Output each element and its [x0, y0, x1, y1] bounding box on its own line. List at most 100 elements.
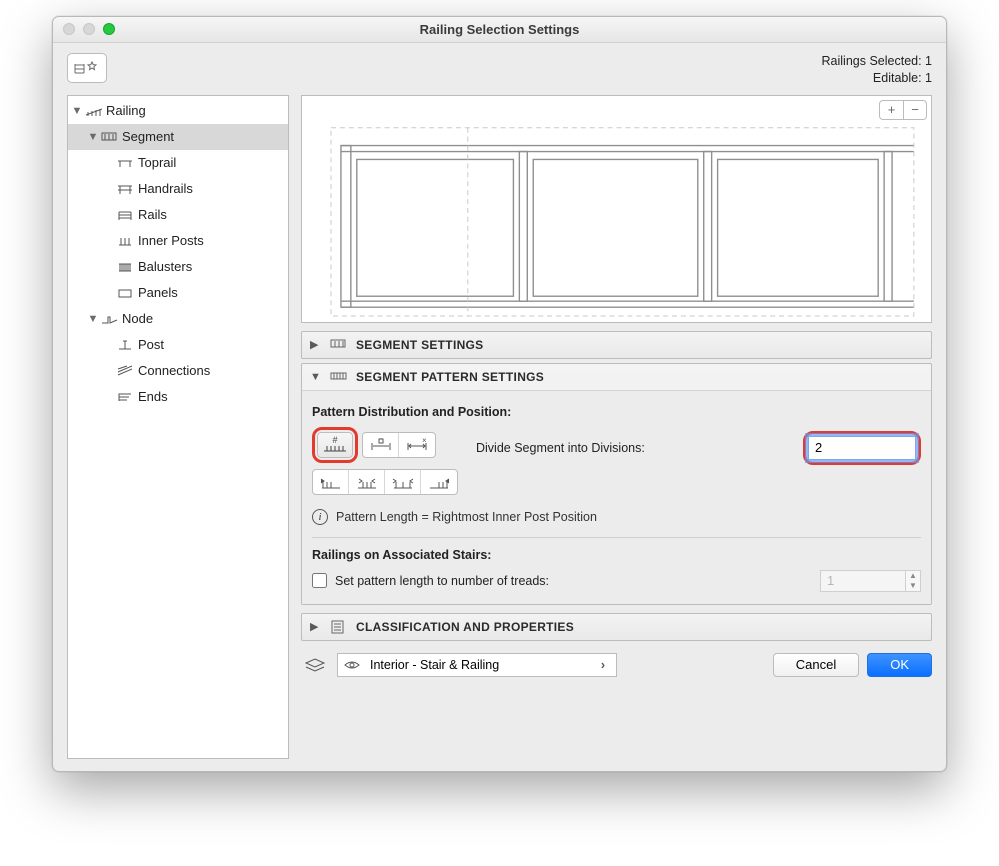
- align-end-button[interactable]: [421, 470, 457, 495]
- pattern-distribution-heading: Pattern Distribution and Position:: [312, 405, 921, 419]
- tree-item-handrails[interactable]: Handrails: [68, 176, 288, 202]
- railing-icon: [84, 103, 104, 119]
- section-segment-settings: ▶ SEGMENT SETTINGS: [301, 331, 932, 359]
- railings-selected-label: Railings Selected: 1: [822, 53, 932, 70]
- divisions-input[interactable]: [808, 436, 916, 460]
- tree-item-connections[interactable]: Connections: [68, 358, 288, 384]
- section-title: CLASSIFICATION AND PROPERTIES: [356, 620, 574, 634]
- chevron-right-icon: ›: [596, 658, 610, 672]
- titlebar: Railing Selection Settings: [53, 17, 946, 43]
- settings-dialog: Railing Selection Settings Railings Sele…: [52, 16, 947, 772]
- pattern-length-info: Pattern Length = Rightmost Inner Post Po…: [336, 510, 597, 524]
- divide-segment-label: Divide Segment into Divisions:: [476, 441, 645, 455]
- cancel-button[interactable]: Cancel: [773, 653, 859, 677]
- selection-info: Railings Selected: 1 Editable: 1: [822, 53, 932, 87]
- tree-label: Balusters: [136, 259, 192, 274]
- tree-label: Handrails: [136, 181, 193, 196]
- align-start-button[interactable]: [313, 470, 349, 495]
- tree-label: Connections: [136, 363, 210, 378]
- connections-icon: [116, 363, 136, 379]
- ok-button[interactable]: OK: [867, 653, 932, 677]
- tree-label: Node: [120, 311, 153, 326]
- disclosure-triangle-icon[interactable]: ▼: [86, 313, 100, 325]
- mode-fit-button[interactable]: ×: [399, 433, 435, 458]
- section-header[interactable]: ▶ SEGMENT SETTINGS: [302, 332, 931, 358]
- tree-item-toprail[interactable]: Toprail: [68, 150, 288, 176]
- tree-label: Railing: [104, 103, 146, 118]
- close-window-button[interactable]: [63, 23, 75, 35]
- tree-label: Inner Posts: [136, 233, 204, 248]
- chevron-right-icon: ▶: [310, 620, 322, 633]
- preview-zoom-controls: + −: [879, 100, 927, 120]
- window-title: Railing Selection Settings: [420, 22, 580, 37]
- visibility-icon: [344, 659, 362, 671]
- handrails-icon: [116, 181, 136, 197]
- distribution-mode-group-1: ×: [362, 432, 436, 458]
- align-spread-button[interactable]: [385, 470, 421, 495]
- tree-item-post[interactable]: Post: [68, 332, 288, 358]
- zoom-in-button[interactable]: +: [879, 100, 903, 120]
- segment-icon: [100, 129, 120, 145]
- tree-item-panels[interactable]: Panels: [68, 280, 288, 306]
- disclosure-triangle-icon[interactable]: ▼: [86, 131, 100, 143]
- element-tree[interactable]: ▼ Railing ▼ Segment Toprail: [67, 95, 289, 759]
- mode-lock-button[interactable]: [363, 433, 399, 458]
- post-icon: [116, 337, 136, 353]
- tree-label: Post: [136, 337, 164, 352]
- segment-preview[interactable]: + −: [301, 95, 932, 323]
- layer-selector[interactable]: Interior - Stair & Railing ›: [337, 653, 617, 677]
- tree-item-railing[interactable]: ▼ Railing: [68, 98, 288, 124]
- header-row: Railings Selected: 1 Editable: 1: [53, 43, 946, 95]
- layer-name: Interior - Stair & Railing: [370, 658, 499, 672]
- stepper-up-button[interactable]: ▲: [906, 571, 920, 581]
- tree-item-ends[interactable]: Ends: [68, 384, 288, 410]
- section-header[interactable]: ▼ SEGMENT PATTERN SETTINGS: [302, 364, 931, 390]
- tree-label: Segment: [120, 129, 174, 144]
- info-icon: i: [312, 509, 328, 525]
- set-pattern-to-treads-label: Set pattern length to number of treads:: [335, 574, 549, 588]
- highlight-marker: #: [312, 427, 358, 463]
- panels-icon: [116, 285, 136, 301]
- distribution-mode-group-2: [312, 469, 458, 495]
- section-title: SEGMENT PATTERN SETTINGS: [356, 370, 544, 384]
- tree-item-rails[interactable]: Rails: [68, 202, 288, 228]
- chevron-right-icon: ▶: [310, 338, 322, 351]
- tree-item-node[interactable]: ▼ Node: [68, 306, 288, 332]
- favorites-icon: [74, 59, 100, 77]
- preview-drawing: [302, 96, 931, 322]
- pattern-settings-icon: [330, 370, 348, 384]
- section-classification: ▶ CLASSIFICATION AND PROPERTIES: [301, 613, 932, 641]
- tree-item-segment[interactable]: ▼ Segment: [68, 124, 288, 150]
- divider: [312, 537, 921, 538]
- minus-icon: −: [911, 102, 919, 117]
- align-center-button[interactable]: [349, 470, 385, 495]
- favorites-button[interactable]: [67, 53, 107, 83]
- associated-stairs-heading: Railings on Associated Stairs:: [312, 548, 921, 562]
- chevron-down-icon: ▼: [310, 371, 322, 383]
- highlight-marker: [803, 431, 921, 465]
- dialog-footer: Interior - Stair & Railing › Cancel OK: [301, 649, 932, 677]
- tree-label: Ends: [136, 389, 168, 404]
- divide-mode-button[interactable]: #: [317, 432, 353, 458]
- rails-icon: [116, 207, 136, 223]
- zoom-window-button[interactable]: [103, 23, 115, 35]
- main-panel: + −: [301, 95, 932, 759]
- tree-item-inner-posts[interactable]: Inner Posts: [68, 228, 288, 254]
- toprail-icon: [116, 155, 136, 171]
- disclosure-triangle-icon[interactable]: ▼: [70, 105, 84, 117]
- section-segment-pattern: ▼ SEGMENT PATTERN SETTINGS Pattern Distr…: [301, 363, 932, 605]
- segment-settings-icon: [330, 338, 348, 352]
- zoom-out-button[interactable]: −: [903, 100, 927, 120]
- tree-label: Panels: [136, 285, 178, 300]
- node-icon: [100, 311, 120, 327]
- minimize-window-button[interactable]: [83, 23, 95, 35]
- layer-icon: [301, 654, 329, 676]
- stepper: ▲ ▼: [906, 570, 921, 592]
- tree-item-balusters[interactable]: Balusters: [68, 254, 288, 280]
- section-title: SEGMENT SETTINGS: [356, 338, 483, 352]
- plus-icon: +: [888, 102, 896, 117]
- classification-icon: [330, 620, 348, 634]
- set-pattern-to-treads-checkbox[interactable]: [312, 573, 327, 588]
- section-header[interactable]: ▶ CLASSIFICATION AND PROPERTIES: [302, 614, 931, 640]
- stepper-down-button[interactable]: ▼: [906, 581, 920, 591]
